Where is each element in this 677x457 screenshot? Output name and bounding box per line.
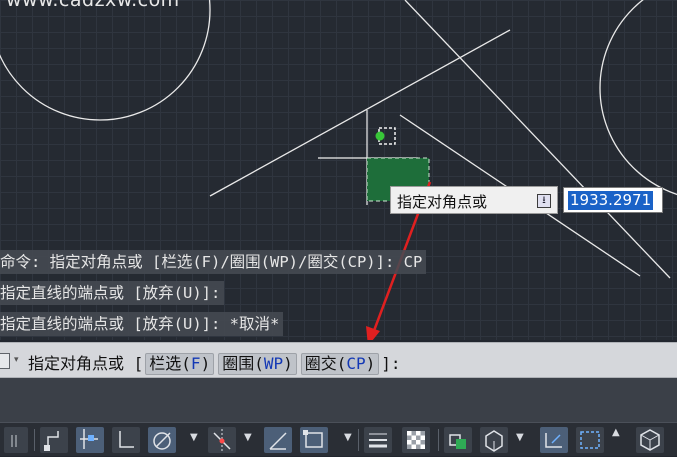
dynamic-ucs-icon[interactable] xyxy=(540,427,568,453)
circle-top-left xyxy=(0,0,211,121)
command-prompt-suffix: ]: xyxy=(381,354,401,373)
status-bar: ▼ ▼ ▼ ▼ ▲ xyxy=(0,422,677,456)
gizmo-icon[interactable] xyxy=(636,427,664,453)
command-line-customize-icon[interactable] xyxy=(0,353,10,369)
dynamic-input-tooltip: 指定对角点或 ⭳ xyxy=(390,186,558,214)
status-separator xyxy=(358,429,359,451)
line-diagonal-down-1 xyxy=(404,0,671,279)
dynamic-input-value: 1933.2971 xyxy=(568,191,654,210)
command-history-line-2: 指定直线的端点或 [放弃(U)]: xyxy=(0,281,225,305)
dynamic-input-prompt: 指定对角点或 xyxy=(397,193,488,211)
watermark: www.cadzxw.com xyxy=(6,0,180,11)
osnap-track-icon[interactable] xyxy=(208,427,236,453)
circle-right xyxy=(599,0,677,196)
snap-icon[interactable] xyxy=(76,427,104,453)
line-diagonal-up xyxy=(209,29,511,197)
option-cpolygon[interactable]: 圈交(CP) xyxy=(300,353,380,375)
grid-icon[interactable] xyxy=(40,427,68,453)
drawing-canvas[interactable]: www.cadzxw.com 指定对角点或 ⭳ 1933.2971 命令: 指定… xyxy=(0,0,677,340)
3d-osnap-dropdown-icon[interactable]: ▼ xyxy=(516,432,524,443)
down-arrow-icon[interactable]: ⭳ xyxy=(537,194,551,208)
command-line[interactable]: ▾ 指定对角点或 [栏选(F) 圈围(WP) 圈交(CP)]: xyxy=(0,342,677,378)
option-wpolygon[interactable]: 圈围(WP) xyxy=(218,353,297,375)
annotation-arrow-head xyxy=(366,326,380,340)
command-history-dropdown-icon[interactable]: ▾ xyxy=(14,355,19,365)
selection-cycling-icon[interactable] xyxy=(444,427,472,453)
lineweight-icon[interactable] xyxy=(364,427,392,453)
command-prompt-text: 指定对角点或 [ xyxy=(28,354,144,373)
isodraft-icon[interactable] xyxy=(264,427,292,453)
ortho-icon[interactable] xyxy=(112,427,140,453)
status-separator xyxy=(438,429,439,451)
layout-tabs-area xyxy=(0,378,677,422)
osnap-dropdown-icon[interactable]: ▼ xyxy=(344,432,352,443)
command-prompt: 指定对角点或 [栏选(F) 圈围(WP) 圈交(CP)]: xyxy=(28,350,401,375)
3d-osnap-icon[interactable] xyxy=(480,427,508,453)
selection-filter-dropdown-icon[interactable]: ▲ xyxy=(612,427,620,438)
polar-icon[interactable] xyxy=(148,427,176,453)
osnap-icon[interactable] xyxy=(300,427,328,453)
status-menu-icon[interactable] xyxy=(4,427,28,453)
polar-dropdown-icon[interactable]: ▼ xyxy=(190,432,198,443)
selection-filter-icon[interactable] xyxy=(576,427,604,453)
osnap-track-dropdown-icon[interactable]: ▼ xyxy=(244,432,252,443)
command-history-line-1: 命令: 指定对角点或 [栏选(F)/圈围(WP)/圈交(CP)]: CP xyxy=(0,250,427,274)
command-history-line-3: 指定直线的端点或 [放弃(U)]: *取消* xyxy=(0,312,284,336)
transparency-icon[interactable] xyxy=(402,427,430,453)
option-fence[interactable]: 栏选(F) xyxy=(145,353,215,375)
dynamic-input-field[interactable]: 1933.2971 xyxy=(563,187,663,213)
status-separator xyxy=(34,429,35,451)
osnap-marker xyxy=(375,131,385,141)
